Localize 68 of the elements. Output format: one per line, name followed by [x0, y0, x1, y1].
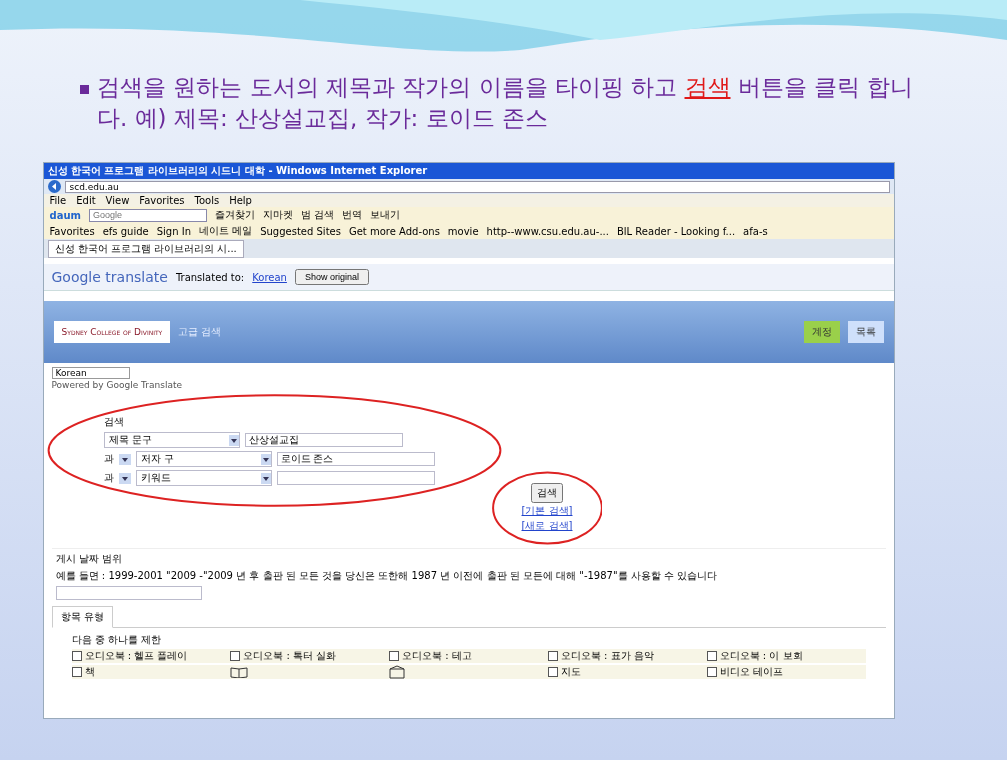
- connector-label: 과: [103, 452, 114, 467]
- favorites-item[interactable]: http--www.csu.edu.au-...: [486, 225, 609, 237]
- book-icon: [230, 666, 249, 679]
- language-link[interactable]: Korean: [252, 271, 287, 283]
- favorites-item[interactable]: movie: [447, 225, 479, 237]
- toolbar-item[interactable]: 지마켓: [262, 208, 293, 223]
- item-type-tab[interactable]: 항목 유형: [51, 606, 113, 629]
- menu-item[interactable]: Tools: [194, 195, 220, 207]
- toolbar-item[interactable]: 즐겨찾기: [214, 208, 255, 223]
- language-select[interactable]: Korean: [51, 367, 130, 380]
- checkbox-option[interactable]: 비디오 테이프: [706, 665, 783, 680]
- search-link[interactable]: [기본 검색]: [521, 504, 573, 519]
- address-field[interactable]: scd.edu.au: [64, 180, 890, 193]
- checkbox-option[interactable]: 오디오북 : 테고: [389, 649, 548, 664]
- back-icon[interactable]: [47, 180, 61, 194]
- menu-item[interactable]: Help: [229, 195, 252, 207]
- menu-item[interactable]: Favorites: [139, 195, 185, 207]
- search-link[interactable]: [새로 검색]: [521, 519, 573, 534]
- checkbox-option[interactable]: 오디오북 : 이 보회: [706, 649, 866, 664]
- favorites-item[interactable]: Suggested Sites: [260, 225, 341, 237]
- date-hint: 예를 들면 : 1999-2001 "2009 -"2009 년 후 출판 된 모든 것을 당신은 또한해 1987 년 이전에 출판 된 모든에 대해 "-1987"를 사용할 수 있습니다: [55, 569, 719, 584]
- checkbox-option[interactable]: 오디오북 : 표가 음악: [547, 649, 707, 664]
- field-select[interactable]: 제목 문구: [103, 432, 240, 449]
- header-button[interactable]: 목록: [847, 321, 884, 344]
- toolbar-item[interactable]: 보내기: [370, 208, 401, 223]
- operator-select[interactable]: [118, 453, 131, 465]
- favorites-item[interactable]: efs guide: [102, 225, 149, 237]
- window-title: 신성 한국어 프로그램 라이브러리의 시드니 대학 - Windows Internet Explorer: [43, 163, 894, 180]
- favorites-item[interactable]: Sign In: [156, 225, 191, 237]
- instruction-text: 검색을 원하는 도서의 제목과 작가의 이름을 타이핑 하고 검색 버튼을 클릭 합니다. 예) 제목: 산상설교집, 작가: 로이드 존스: [97, 73, 915, 134]
- checkbox-option[interactable]: 오디오북 : 톡터 실화: [230, 649, 390, 664]
- date-input[interactable]: [55, 586, 202, 601]
- operator-select[interactable]: [118, 472, 131, 484]
- section-heading: 다음 중 하나를 제한: [71, 633, 163, 648]
- checkbox-option[interactable]: 오디오북 : 헬프 플레이: [71, 649, 231, 664]
- section-heading: 검색: [103, 415, 125, 430]
- favorites-item[interactable]: Get more Add-ons: [348, 225, 440, 237]
- header-button[interactable]: 계정: [803, 321, 840, 344]
- field-select[interactable]: 키워드: [135, 470, 272, 487]
- college-logo: Sydney College of Divinity: [53, 321, 171, 344]
- favorites-item[interactable]: afa-s: [743, 225, 768, 237]
- search-input[interactable]: 로이드 존스: [276, 452, 435, 467]
- favorites-item[interactable]: Favorites: [49, 225, 95, 237]
- powered-text: Powered by Google Translate: [51, 380, 183, 391]
- search-input[interactable]: 산상설교집: [244, 433, 403, 448]
- browser-tab[interactable]: 신성 한국어 프로그램 라이브러리의 시...: [47, 240, 244, 259]
- box-icon: [389, 665, 406, 680]
- favorites-item[interactable]: BlL Reader - Looking f...: [616, 225, 736, 237]
- checkbox-option[interactable]: 지도: [547, 665, 581, 680]
- favorites-item[interactable]: 네이트 메일: [199, 224, 253, 239]
- menu-item[interactable]: File: [49, 195, 67, 207]
- bullet-icon: [80, 85, 89, 94]
- toolbar-brand[interactable]: daum: [49, 209, 81, 221]
- translate-logo: Google translate: [51, 269, 168, 286]
- search-field[interactable]: Google: [88, 208, 207, 222]
- header-subtitle: 고급 검색: [178, 325, 222, 340]
- translated-label: Translated to:: [175, 271, 245, 283]
- search-input[interactable]: [276, 471, 435, 486]
- checkbox-option[interactable]: 책: [71, 665, 95, 680]
- show-original-button[interactable]: Show original: [294, 269, 369, 286]
- toolbar-item[interactable]: 범 검색: [300, 208, 335, 223]
- search-button[interactable]: 검색: [531, 483, 563, 504]
- field-select[interactable]: 저자 구: [135, 451, 272, 468]
- menu-item[interactable]: Edit: [76, 195, 96, 207]
- toolbar-item[interactable]: 번역: [342, 208, 363, 223]
- menu-item[interactable]: View: [105, 195, 130, 207]
- section-heading: 게시 날짜 범위: [55, 552, 123, 567]
- connector-label: 과: [103, 471, 114, 486]
